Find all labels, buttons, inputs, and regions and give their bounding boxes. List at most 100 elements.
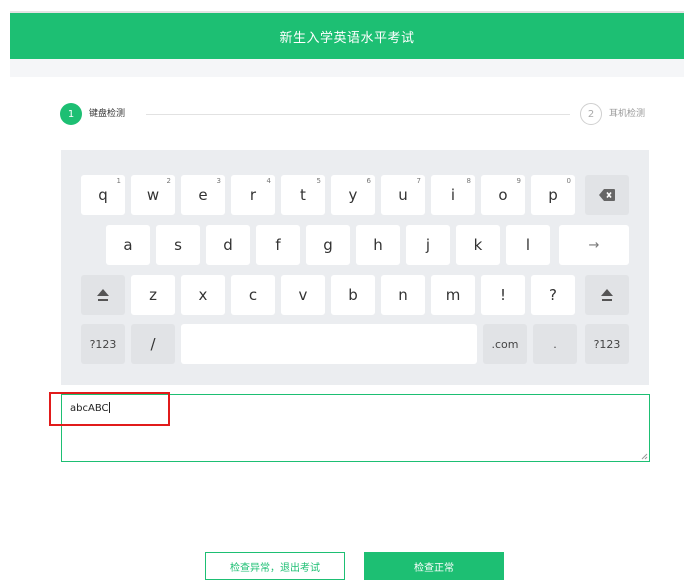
key-z[interactable]: z — [131, 275, 175, 315]
key-label: j — [425, 236, 431, 254]
key-label: ?123 — [89, 337, 117, 351]
key-label: w — [146, 186, 160, 204]
key-slash[interactable]: / — [131, 324, 175, 364]
key-label: / — [150, 335, 156, 353]
key-j[interactable]: j — [406, 225, 450, 265]
key-n[interactable]: n — [381, 275, 425, 315]
step-2-label: 耳机检测 — [609, 109, 646, 119]
key-w[interactable]: w2 — [131, 175, 175, 215]
key-label: a — [123, 236, 133, 254]
key-label: . — [553, 337, 557, 351]
key-q[interactable]: q1 — [81, 175, 125, 215]
key-label: h — [373, 236, 383, 254]
key-v[interactable]: v — [281, 275, 325, 315]
key-label: ?123 — [593, 337, 621, 351]
key-y[interactable]: y6 — [331, 175, 375, 215]
key-label: r — [249, 186, 257, 204]
key-b[interactable]: b — [331, 275, 375, 315]
key-hint: 3 — [216, 177, 221, 185]
exit-exam-button[interactable]: 检查异常，退出考试 — [205, 552, 345, 580]
key-r[interactable]: r4 — [231, 175, 275, 215]
key-m[interactable]: m — [431, 275, 475, 315]
key-label: l — [525, 236, 531, 254]
key-enter[interactable]: → — [559, 225, 629, 265]
virtual-keyboard: q1 w2 e3 r4 t5 y6 u7 i8 o9 p0 a s d f g … — [61, 150, 649, 385]
backspace-icon — [599, 189, 615, 201]
key-period[interactable]: . — [533, 324, 577, 364]
exit-exam-button-label: 检查异常，退出考试 — [230, 562, 320, 574]
key-label: t — [300, 186, 306, 204]
key-hint: 9 — [516, 177, 521, 185]
key-t[interactable]: t5 — [281, 175, 325, 215]
key-label: y — [348, 186, 358, 204]
page-title: 新生入学英语水平考试 — [279, 30, 415, 46]
key-f[interactable]: f — [256, 225, 300, 265]
resize-grip-icon[interactable] — [641, 453, 648, 460]
step-1-number: 1 — [60, 103, 82, 125]
key-label: o — [498, 186, 508, 204]
key-o[interactable]: o9 — [481, 175, 525, 215]
key-label: ? — [549, 286, 557, 304]
key-hint: 4 — [266, 177, 271, 185]
key-a[interactable]: a — [106, 225, 150, 265]
key-exclamation[interactable]: ! — [481, 275, 525, 315]
check-normal-button[interactable]: 检查正常 — [364, 552, 504, 580]
key-label: i — [450, 186, 456, 204]
header-bar: 新生入学英语水平考试 — [10, 13, 684, 59]
key-hint: 5 — [316, 177, 321, 185]
key-question[interactable]: ? — [531, 275, 575, 315]
key-l[interactable]: l — [506, 225, 550, 265]
key-label: q — [98, 186, 108, 204]
key-i[interactable]: i8 — [431, 175, 475, 215]
check-normal-button-label: 检查正常 — [414, 562, 454, 574]
key-g[interactable]: g — [306, 225, 350, 265]
key-dotcom[interactable]: .com — [483, 324, 527, 364]
key-u[interactable]: u7 — [381, 175, 425, 215]
key-label: u — [398, 186, 408, 204]
key-hint: 2 — [166, 177, 171, 185]
key-label: k — [473, 236, 483, 254]
sub-bar — [10, 59, 684, 77]
key-label: p — [548, 186, 558, 204]
key-c[interactable]: c — [231, 275, 275, 315]
step-indicator: 1 键盘检测 2 耳机检测 — [60, 103, 654, 127]
key-label: m — [445, 286, 461, 304]
key-e[interactable]: e3 — [181, 175, 225, 215]
key-hint: 0 — [566, 177, 571, 185]
key-hint: 1 — [116, 177, 121, 185]
enter-arrow-icon: → — [588, 237, 600, 253]
key-label: v — [298, 286, 308, 304]
key-p[interactable]: p0 — [531, 175, 575, 215]
key-label: s — [174, 236, 182, 254]
step-2-number: 2 — [580, 103, 602, 125]
annotation-highlight-box — [49, 392, 170, 426]
key-label: c — [248, 286, 258, 304]
step-connector — [146, 114, 570, 115]
key-s[interactable]: s — [156, 225, 200, 265]
key-hint: 8 — [466, 177, 471, 185]
key-label: b — [348, 286, 358, 304]
key-label: n — [398, 286, 408, 304]
key-d[interactable]: d — [206, 225, 250, 265]
key-label: g — [323, 236, 333, 254]
key-numeric-left[interactable]: ?123 — [81, 324, 125, 364]
key-x[interactable]: x — [181, 275, 225, 315]
key-label: x — [198, 286, 208, 304]
key-hint: 6 — [366, 177, 371, 185]
shift-icon — [600, 288, 614, 302]
key-label: ! — [499, 286, 506, 304]
key-space[interactable] — [181, 324, 477, 364]
key-h[interactable]: h — [356, 225, 400, 265]
key-hint: 7 — [416, 177, 421, 185]
key-label: d — [223, 236, 233, 254]
key-k[interactable]: k — [456, 225, 500, 265]
key-label: .com — [491, 337, 519, 351]
key-label: f — [275, 236, 281, 254]
key-label: e — [198, 186, 208, 204]
key-shift-right[interactable] — [585, 275, 629, 315]
step-1-label: 键盘检测 — [89, 109, 126, 119]
key-label: z — [149, 286, 157, 304]
key-backspace[interactable] — [585, 175, 629, 215]
key-numeric-right[interactable]: ?123 — [585, 324, 629, 364]
key-shift-left[interactable] — [81, 275, 125, 315]
